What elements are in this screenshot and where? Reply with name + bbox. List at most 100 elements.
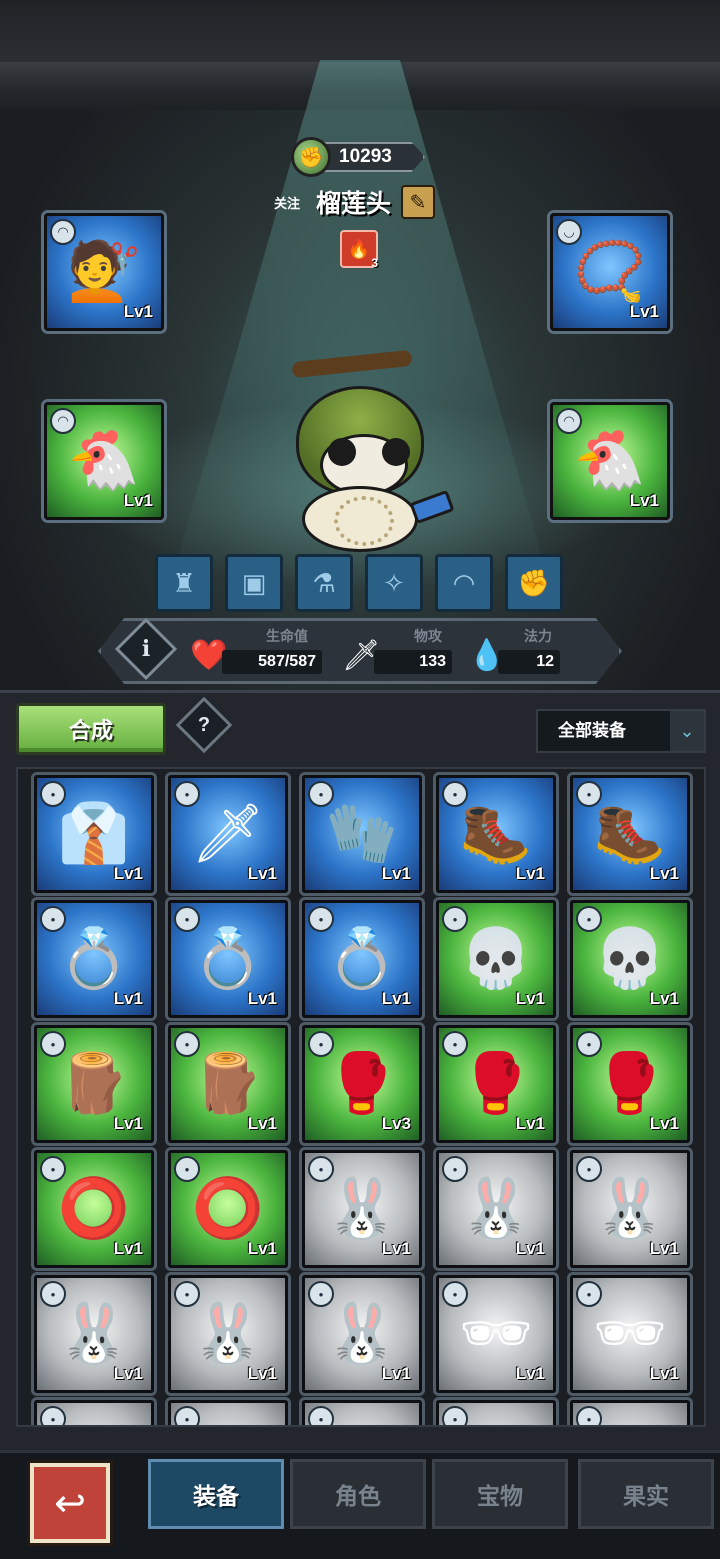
- item-level: Lv1: [247, 1114, 277, 1133]
- sunglasses-icon: 🕶: [593, 1301, 667, 1366]
- item-type-icon: •: [308, 781, 334, 807]
- item-level: Lv1: [113, 864, 143, 883]
- boxing-glove-icon: 🥊: [325, 1051, 399, 1116]
- claw-slot-icon[interactable]: ✧: [365, 554, 423, 612]
- item-level: Lv1: [515, 1239, 545, 1258]
- edit-name-button[interactable]: ✎: [401, 185, 436, 219]
- item-level: Lv1: [515, 1364, 545, 1383]
- fist-slot-icon[interactable]: ✊: [505, 554, 563, 612]
- bunny-hat-icon: 🐰: [325, 1176, 399, 1241]
- inventory-item-sunglasses[interactable]: • 🕶 Lv1: [436, 1275, 556, 1393]
- equip-slot-hat-left[interactable]: ◠ 🐔 Lv1: [44, 402, 164, 520]
- inventory-item-branch-staff[interactable]: • 🪵 Lv1: [34, 1025, 154, 1143]
- equip-slot-hair[interactable]: ◠ 💇 Lv1: [44, 213, 164, 331]
- back-button[interactable]: ↩: [30, 1463, 110, 1543]
- inventory-item-skull-mask[interactable]: • 💀 Lv1: [436, 900, 556, 1018]
- character-avatar[interactable]: [272, 349, 455, 552]
- crown-slot-icon[interactable]: ◠: [435, 554, 493, 612]
- pencil-icon: ✎: [409, 191, 427, 214]
- player-nickname: 榴莲头: [316, 190, 392, 218]
- merge-button[interactable]: 合成: [16, 703, 166, 755]
- armor-slot-icon[interactable]: ♜: [155, 554, 213, 612]
- item-type-icon: •: [576, 1156, 602, 1182]
- item-type-icon: •: [308, 906, 334, 932]
- currency-display: ✊ 10293: [291, 137, 427, 177]
- item-type-icon: •: [442, 1156, 468, 1182]
- inventory-item-boxing-glove[interactable]: • 🥊 Lv1: [436, 1025, 556, 1143]
- bunny-hat-icon: 🐰: [593, 1176, 667, 1241]
- character-stage: ✊ 10293 关注 榴莲头 ✎ 🔥 3 ◠ 💇 Lv1 ◡ 📿 Lv1 ◠ 🐔…: [0, 0, 720, 690]
- chevron-down-icon[interactable]: ⌄: [670, 711, 704, 751]
- paw-glove-icon: 🧤: [325, 801, 399, 866]
- item-level: Lv1: [515, 989, 545, 1008]
- tab-character[interactable]: 角色: [290, 1459, 426, 1529]
- item-level: Lv1: [113, 1114, 143, 1133]
- inventory-item-bunny-hat[interactable]: • 🐰 Lv1: [302, 1275, 422, 1393]
- inventory-item-goggles[interactable]: •👓: [168, 1400, 288, 1425]
- inventory-item-bunny-hat[interactable]: • 🐰 Lv1: [570, 1150, 690, 1268]
- slot-level: Lv1: [629, 491, 659, 510]
- inventory-item-claw-boots[interactable]: • 🥾 Lv1: [570, 775, 690, 893]
- item-level: Lv1: [113, 989, 143, 1008]
- bunny-hat-icon: 🐰: [459, 1176, 533, 1241]
- item-level: Lv1: [247, 1364, 277, 1383]
- tab-treasure[interactable]: 宝物: [432, 1459, 568, 1529]
- inventory-item-paw-glove[interactable]: • 🧤 Lv1: [302, 775, 422, 893]
- hat-type-icon: ◠: [556, 408, 582, 434]
- item-type-icon: •: [576, 1031, 602, 1057]
- claw-boots-icon: 🥾: [459, 801, 533, 866]
- inventory-scroll-area[interactable]: • 👔 Lv1 • 🗡 Lv1 • 🧤 Lv1 • 🥾 Lv1 • 🥾 Lv1 • 💍 Lv1 • 💍 Lv1 • 💍 Lv1…: [16, 767, 706, 1427]
- follow-button[interactable]: 关注: [268, 175, 306, 221]
- inventory-item-sword[interactable]: • 🗡 Lv1: [168, 775, 288, 893]
- attack-label: 物攻: [414, 628, 442, 644]
- equip-slot-necklace[interactable]: ◡ 📿 Lv1: [550, 213, 670, 331]
- purple-ring-icon: 💍: [191, 926, 265, 991]
- inventory-item-goggles[interactable]: •👓: [570, 1400, 690, 1425]
- equipment-type-slots: ♜ ▣ ⚗ ✧ ◠ ✊: [155, 554, 565, 612]
- return-arrow-icon: ↩: [54, 1482, 86, 1525]
- bottom-nav: ↩ 装备 角色 宝物 果实: [0, 1450, 720, 1559]
- title-badge[interactable]: 🔥 3: [340, 230, 378, 270]
- box-slot-icon[interactable]: ▣: [225, 554, 283, 612]
- inventory-item-boxing-glove[interactable]: • 🥊 Lv1: [570, 1025, 690, 1143]
- inventory-item-boxing-glove[interactable]: • 🥊 Lv3: [302, 1025, 422, 1143]
- pet-eye-left: [328, 438, 356, 466]
- inventory-item-black-suit[interactable]: • 👔 Lv1: [34, 775, 154, 893]
- tab-equipment[interactable]: 装备: [148, 1459, 284, 1529]
- item-level: Lv1: [113, 1364, 143, 1383]
- inventory-item-goggles[interactable]: •👓: [34, 1400, 154, 1425]
- inventory-item-bunny-hat[interactable]: • 🐰 Lv1: [168, 1275, 288, 1393]
- potion-slot-icon[interactable]: ⚗: [295, 554, 353, 612]
- inventory-item-purple-ring[interactable]: • 💍 Lv1: [302, 900, 422, 1018]
- inventory-item-bunny-hat[interactable]: • 🐰 Lv1: [34, 1275, 154, 1393]
- item-type-icon: •: [442, 1031, 468, 1057]
- item-level: Lv1: [649, 1114, 679, 1133]
- inventory-item-bunny-hat[interactable]: • 🐰 Lv1: [436, 1150, 556, 1268]
- filter-selected-value: 全部装备: [558, 721, 626, 740]
- skull-mask-icon: 💀: [459, 926, 533, 991]
- item-type-icon: •: [174, 1281, 200, 1307]
- inventory-item-bunny-hat[interactable]: • 🐰 Lv1: [302, 1150, 422, 1268]
- item-type-icon: •: [442, 781, 468, 807]
- inventory-item-goggles[interactable]: •👓: [436, 1400, 556, 1425]
- item-level: Lv1: [247, 989, 277, 1008]
- tab-fruit[interactable]: 果实: [578, 1459, 714, 1529]
- inventory-item-goggles[interactable]: •👓: [302, 1400, 422, 1425]
- inventory-item-branch-staff[interactable]: • 🪵 Lv1: [168, 1025, 288, 1143]
- follow-label: 关注: [273, 195, 300, 211]
- player-name-row: 关注 榴莲头 ✎: [268, 175, 458, 222]
- inventory-item-purple-ring[interactable]: • 💍 Lv1: [168, 900, 288, 1018]
- inventory-item-claw-boots[interactable]: • 🥾 Lv1: [436, 775, 556, 893]
- item-level: Lv1: [247, 864, 277, 883]
- inventory-item-bronze-ring[interactable]: • ⭕ Lv1: [34, 1150, 154, 1268]
- inventory-item-purple-ring[interactable]: • 💍 Lv1: [34, 900, 154, 1018]
- equipment-filter-dropdown[interactable]: 全部装备 ⌄: [536, 709, 706, 753]
- inventory-item-sunglasses[interactable]: • 🕶 Lv1: [570, 1275, 690, 1393]
- inventory-item-skull-mask[interactable]: • 💀 Lv1: [570, 900, 690, 1018]
- hp-label: 生命值: [266, 628, 308, 644]
- boxing-glove-icon: 🥊: [459, 1051, 533, 1116]
- bronze-ring-icon: ⭕: [191, 1176, 265, 1241]
- equip-slot-hat-right[interactable]: ◠ 🐔 Lv1: [550, 402, 670, 520]
- info-icon: i: [141, 636, 151, 662]
- inventory-item-bronze-ring[interactable]: • ⭕ Lv1: [168, 1150, 288, 1268]
